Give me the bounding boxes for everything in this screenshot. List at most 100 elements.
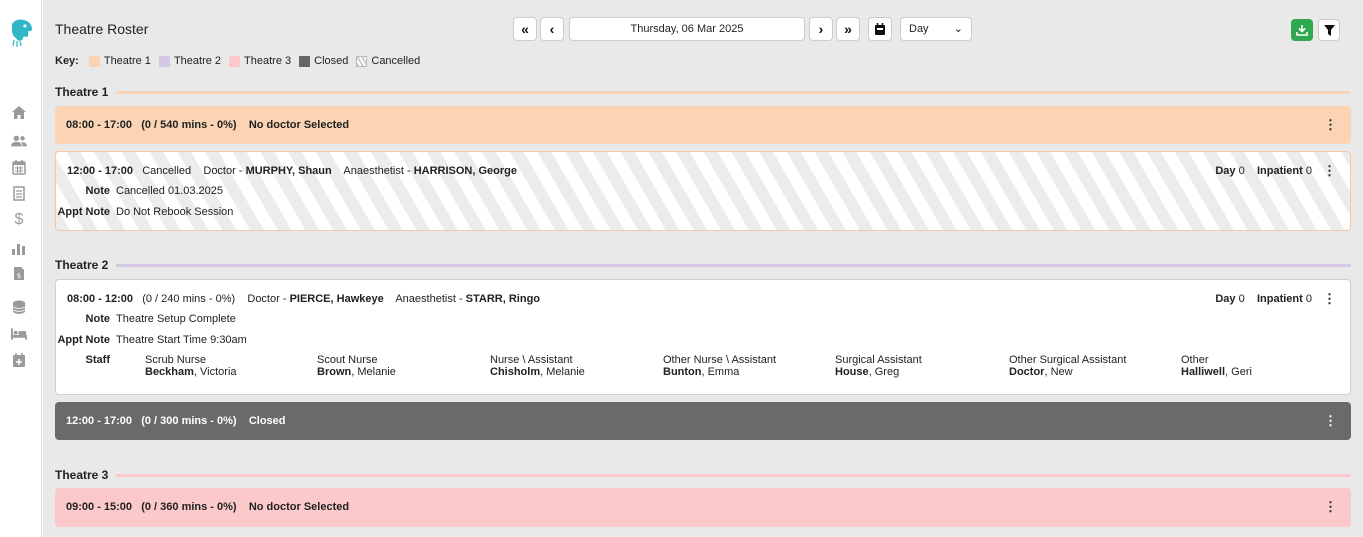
day-count: 0 [1238,293,1245,305]
legend-swatch [356,55,368,67]
view-select[interactable]: Day ⌄ [900,17,972,41]
session-doctor: No doctor Selected [248,501,350,513]
date-field[interactable]: Thursday, 06 Mar 2025 [569,17,805,41]
more-menu-icon[interactable]: ⋮ [1324,117,1337,133]
session-summary: 12:00 - 17:00 Cancelled Doctor - MURPHY,… [67,165,517,177]
note-row: Note Theatre Setup Complete [38,313,236,325]
doctor-label: Doctor - [247,293,290,305]
staff-role: Surgical Assistant [835,354,922,366]
staff-role: Other Nurse \ Assistant [663,354,777,366]
session-mins: (0 / 300 mins - 0%) [141,415,237,427]
bar-chart-icon[interactable] [11,240,27,256]
session-summary: 08:00 - 12:00 (0 / 240 mins - 0%) Doctor… [67,293,540,305]
calendar-icon[interactable] [11,159,27,175]
home-icon[interactable] [11,104,27,120]
appt-note-text: Theatre Start Time 9:30am [116,334,247,346]
staff-role: Nurse \ Assistant [490,354,573,366]
session-status: Cancelled [142,165,192,177]
session-status: Closed [248,415,286,427]
logo-icon[interactable] [8,18,34,48]
staff-firstname: , Greg [868,366,900,378]
section-theatre-3: Theatre 3 [55,468,1351,482]
session-anaesthetist: HARRISON, George [413,165,517,177]
session-card-closed[interactable]: 12:00 - 17:00 (0 / 300 mins - 0%) Closed… [55,402,1351,440]
first-button[interactable]: « [513,17,537,41]
section-theatre-1: Theatre 1 [55,85,1351,99]
staff-surname: Beckham [145,366,194,378]
session-card-cancelled[interactable]: 12:00 - 17:00 Cancelled Doctor - MURPHY,… [55,151,1351,231]
section-title: Theatre 3 [55,468,109,482]
legend-item-label: Cancelled [371,55,421,67]
prev-button[interactable]: ‹ [540,17,564,41]
session-time: 12:00 - 17:00 [66,415,133,427]
section-title: Theatre 1 [55,85,109,99]
staff-surname: Doctor [1009,366,1045,378]
staff-firstname: , New [1044,366,1073,378]
appt-note-row: Appt Note Theatre Start Time 9:30am [38,334,247,346]
session-time: 08:00 - 12:00 [67,293,134,305]
staff-member: Other Halliwell, Geri [1181,354,1252,378]
staff-surname: Halliwell [1181,366,1226,378]
appt-note-text: Do Not Rebook Session [116,206,234,218]
session-doctor: PIERCE, Hawkeye [289,293,384,305]
legend-item-cancelled: Cancelled [356,55,420,67]
calendar-picker-button[interactable] [868,17,892,41]
day-label: Day [1215,165,1236,177]
session-stats: Day 0 Inpatient 0 [1215,293,1312,305]
sidebar: $ $ [0,0,42,537]
legend-item-closed: Closed [299,55,348,67]
staff-label: Staff [85,354,110,366]
last-button[interactable]: » [836,17,860,41]
legend-item-theatre3: Theatre 3 [229,55,291,67]
page-title: Theatre Roster [55,21,149,37]
document-icon[interactable] [11,185,27,201]
invoice-icon[interactable]: $ [11,265,27,281]
filter-icon [1323,24,1335,36]
inpatient-label: Inpatient [1256,165,1303,177]
section-divider [116,263,1351,267]
next-button[interactable]: › [809,17,833,41]
note-text: Theatre Setup Complete [116,313,236,325]
legend-swatch [299,55,311,67]
users-icon[interactable] [11,133,27,149]
session-card[interactable]: 08:00 - 17:00 (0 / 540 mins - 0%) No doc… [55,106,1351,144]
inpatient-count: 0 [1305,293,1312,305]
staff-surname: House [835,366,869,378]
more-menu-icon[interactable]: ⋮ [1324,499,1337,515]
dollar-icon[interactable]: $ [11,211,27,228]
more-menu-icon[interactable]: ⋮ [1323,163,1336,179]
session-mins: (0 / 360 mins - 0%) [141,501,237,513]
session-card[interactable]: 09:00 - 15:00 (0 / 360 mins - 0%) No doc… [55,488,1351,527]
session-card[interactable]: 08:00 - 12:00 (0 / 240 mins - 0%) Doctor… [55,279,1351,395]
staff-firstname: , Melanie [540,366,585,378]
staff-firstname: , Melanie [351,366,396,378]
section-title: Theatre 2 [55,258,109,272]
session-time: 09:00 - 15:00 [66,501,133,513]
more-menu-icon[interactable]: ⋮ [1323,291,1336,307]
staff-surname: Bunton [663,366,702,378]
inpatient-count: 0 [1305,165,1312,177]
download-button[interactable] [1291,19,1313,41]
note-text: Cancelled 01.03.2025 [116,185,224,197]
view-select-value: Day [909,23,929,35]
database-icon[interactable] [11,299,27,315]
staff-firstname: , Geri [1225,366,1252,378]
section-divider [116,473,1351,477]
anaesthetist-label: Anaesthetist - [343,165,414,177]
section-divider [116,90,1351,94]
legend-item-label: Closed [314,55,349,67]
session-stats: Day 0 Inpatient 0 [1215,165,1312,177]
legend-swatch [88,55,100,67]
staff-member: Scrub Nurse Beckham, Victoria [145,354,237,378]
more-menu-icon[interactable]: ⋮ [1324,413,1337,429]
legend-item-theatre1: Theatre 1 [88,55,151,67]
note-row: Note Cancelled 01.03.2025 [38,185,223,197]
calendar-plus-icon[interactable] [11,352,27,368]
staff-member: Other Nurse \ Assistant Bunton, Emma [663,354,776,378]
inpatient-label: Inpatient [1256,293,1303,305]
legend-label: Key: [55,55,79,67]
staff-member: Scout Nurse Brown, Melanie [317,354,396,378]
bed-icon[interactable] [11,326,27,342]
filter-button[interactable] [1318,19,1340,41]
staff-member: Nurse \ Assistant Chisholm, Melanie [490,354,585,378]
